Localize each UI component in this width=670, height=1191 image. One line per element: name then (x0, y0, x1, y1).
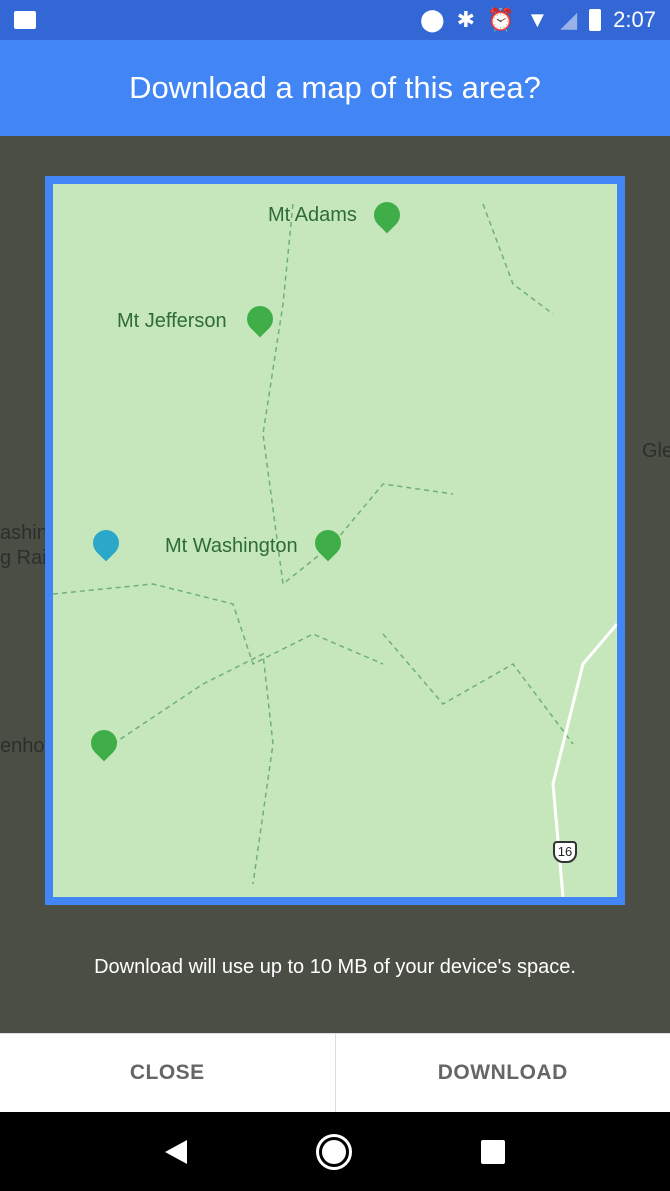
close-button[interactable]: CLOSE (0, 1034, 335, 1112)
battery-charging-icon (589, 9, 602, 31)
status-bar: ⬤ ✱ ⏰ ▼ ◢ 2:07 (0, 0, 670, 40)
map-view[interactable]: Gle ashington g Railway enhower Mt Adams… (0, 136, 670, 1033)
download-button[interactable]: DOWNLOAD (334, 1034, 670, 1112)
dialog-title: Download a map of this area? (0, 40, 670, 136)
alarm-icon: ⏰ (487, 7, 515, 32)
peak-label[interactable]: Mt Washington (165, 535, 298, 558)
back-icon[interactable] (164, 1139, 187, 1164)
download-size-message: Download will use up to 10 MB of your de… (94, 956, 576, 978)
image-icon (14, 11, 36, 29)
route-shield: 16 (553, 841, 577, 863)
dialog-actions: CLOSE DOWNLOAD (0, 1033, 670, 1112)
recents-icon[interactable] (481, 1139, 506, 1164)
map-label: Gle (642, 440, 670, 462)
navigation-bar (0, 1112, 670, 1191)
bluetooth-icon: ✱ (456, 7, 476, 32)
location-icon: ⬤ (420, 7, 445, 32)
clock: 2:07 (613, 7, 656, 32)
peak-label[interactable]: Mt Jefferson (117, 310, 227, 333)
signal-icon: ◢ (560, 7, 578, 32)
wifi-icon: ▼ (526, 7, 549, 32)
home-icon[interactable] (315, 1133, 352, 1170)
peak-label[interactable]: Mt Adams (268, 204, 357, 227)
download-area-selection[interactable]: Mt Adams Mt Jefferson Mt Washington 16 (45, 176, 625, 905)
